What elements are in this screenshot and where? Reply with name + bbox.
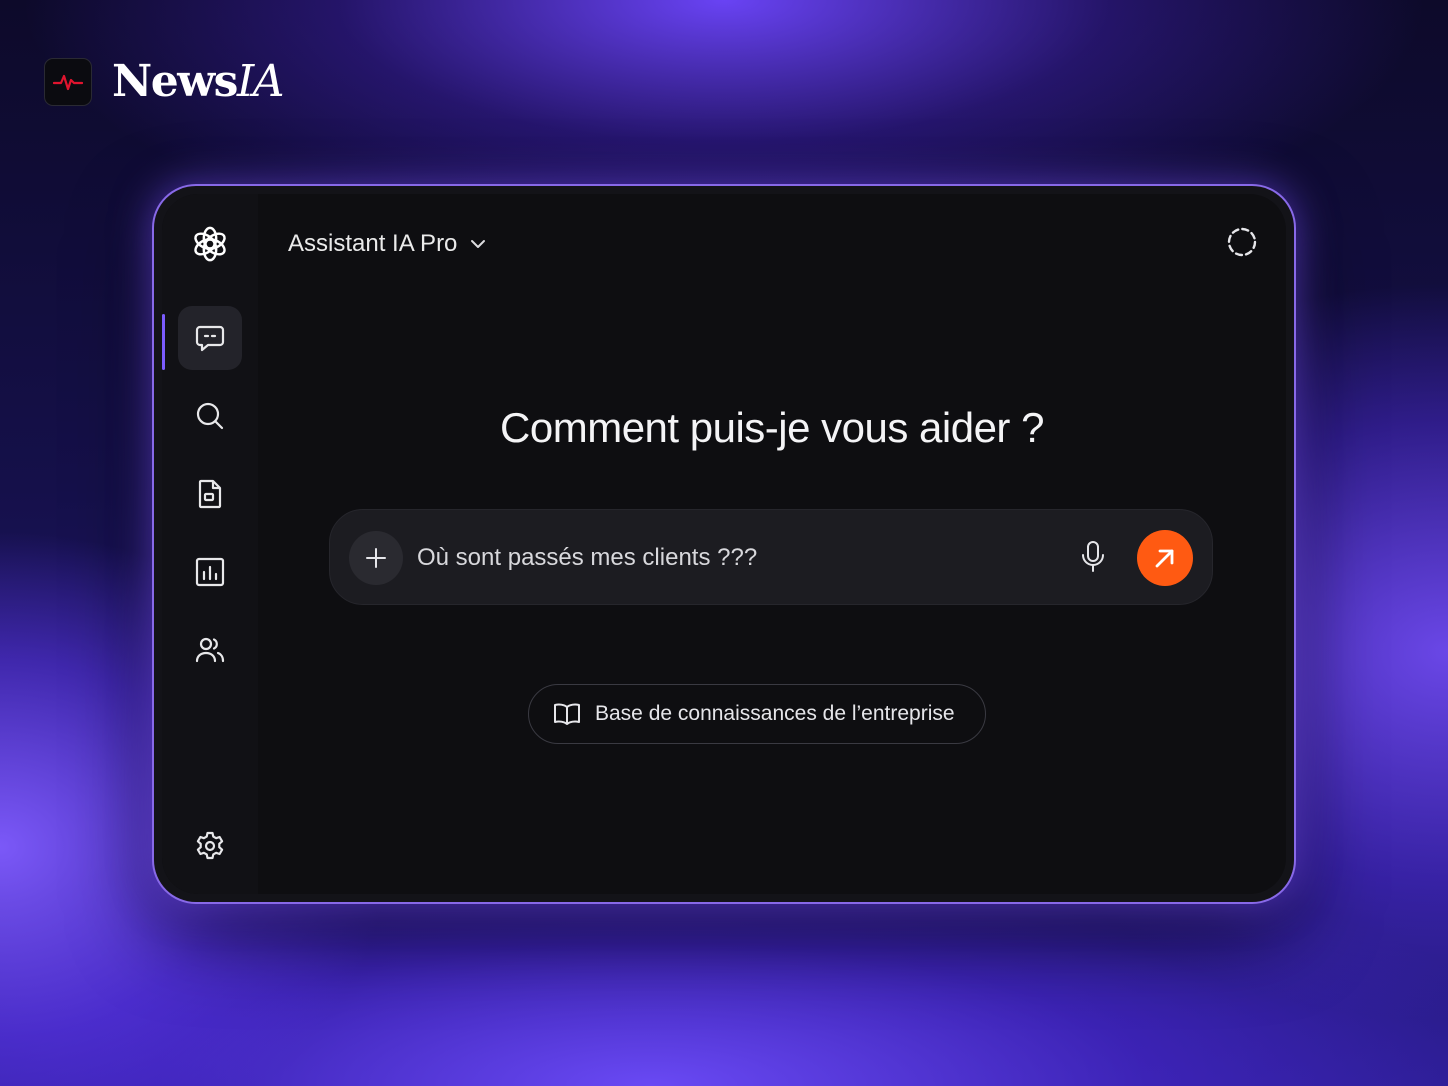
settings-button[interactable] [178, 814, 242, 878]
prompt-bar: Où sont passés mes clients ??? [329, 509, 1213, 605]
model-name: Assistant IA Pro [288, 230, 458, 257]
page-title: Comment puis-je vous aider ? [500, 404, 1044, 451]
plus-icon [366, 548, 386, 568]
sidebar-item-analytics[interactable] [178, 540, 242, 604]
app-window: Assistant IA Pro Comment puis-je vous ai… [152, 184, 1296, 904]
microphone-button[interactable] [1078, 540, 1108, 579]
chart-icon [195, 557, 225, 587]
prompt-input[interactable]: Où sont passés mes clients ??? [417, 544, 757, 572]
sidebar-item-chat[interactable] [178, 306, 242, 370]
sidebar-item-documents[interactable] [178, 462, 242, 526]
brand-name: NewsIA [112, 56, 285, 107]
chevron-down-icon [471, 240, 486, 248]
sidebar-item-search[interactable] [178, 384, 242, 448]
search-icon [196, 402, 224, 430]
active-indicator [162, 314, 165, 370]
new-session-button[interactable] [1226, 226, 1258, 263]
send-button[interactable] [1137, 530, 1193, 586]
openai-logo-icon[interactable] [178, 212, 242, 276]
users-icon [195, 637, 225, 663]
arrow-up-right-icon [1155, 549, 1174, 568]
add-attachment-button[interactable] [349, 531, 403, 585]
knowledge-base-label: Base de connaissances de l’entreprise [595, 702, 955, 725]
knowledge-base-chip[interactable]: Base de connaissances de l’entreprise [528, 684, 986, 744]
sidebar [162, 194, 258, 894]
document-icon [198, 479, 222, 509]
dashed-circle-icon [1227, 227, 1257, 257]
chat-icon [195, 325, 225, 352]
pulse-icon [44, 57, 92, 106]
book-icon [554, 703, 580, 725]
microphone-icon [1082, 541, 1104, 572]
model-selector[interactable]: Assistant IA Pro [288, 230, 487, 258]
gear-icon [196, 831, 224, 860]
brand-logo: NewsIA [44, 56, 285, 107]
sidebar-item-users[interactable] [178, 618, 242, 682]
